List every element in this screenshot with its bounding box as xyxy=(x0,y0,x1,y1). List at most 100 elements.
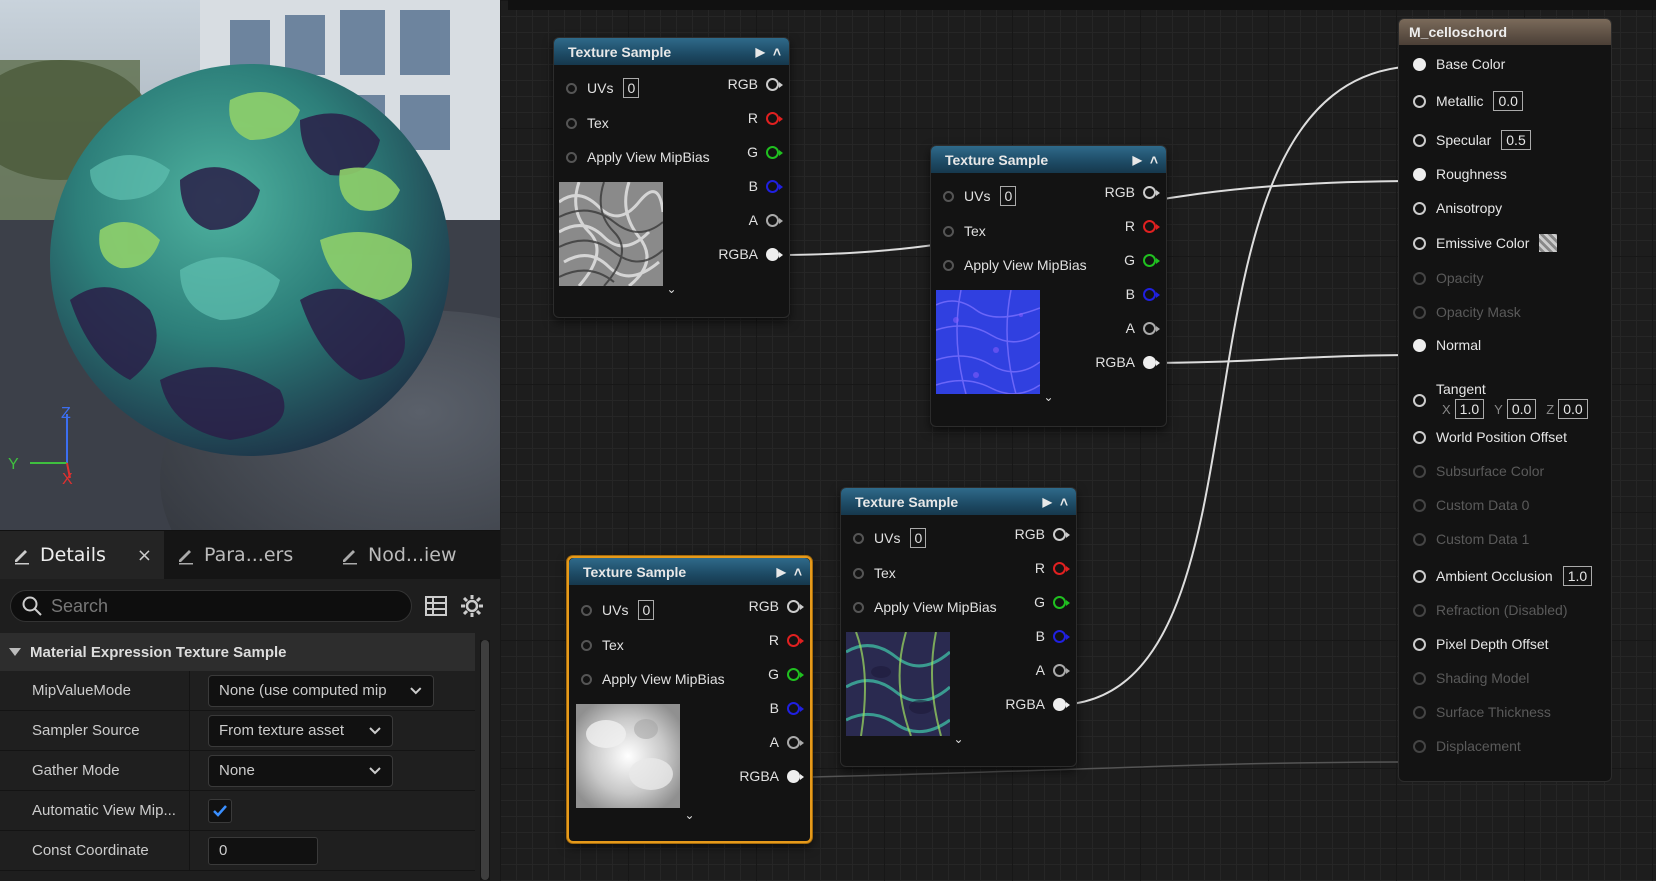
tab-node-preview-label: Nod...iew xyxy=(368,544,457,566)
texture-sample-node-1[interactable]: Texture Sample ▶ ˄ UVs 0 Tex Apply View Mip… xyxy=(553,37,790,318)
sampler-source-dropdown[interactable]: From texture asset xyxy=(208,714,393,747)
r-output[interactable]: R xyxy=(769,632,804,648)
expand-chevron-icon[interactable]: ⌄ xyxy=(569,808,810,822)
collapse-icon[interactable]: ˄ xyxy=(1150,152,1158,168)
b-output[interactable]: B xyxy=(749,178,783,194)
texture-sample-node-3[interactable]: Texture Sample ▶ ˄ UVs 0 Tex Apply View Mip… xyxy=(840,487,1077,767)
metallic-pin[interactable]: Metallic 0.0 xyxy=(1413,91,1523,111)
property-label: Sampler Source xyxy=(0,711,190,750)
uvs-pin[interactable]: UVs 0 xyxy=(943,186,1017,206)
collapse-icon[interactable]: ˄ xyxy=(773,44,781,60)
base-color-pin[interactable]: Base Color xyxy=(1413,56,1505,72)
r-output[interactable]: R xyxy=(1035,560,1070,576)
tex-pin[interactable]: Tex xyxy=(853,565,896,581)
uvs-pin[interactable]: UVs 0 xyxy=(853,528,927,548)
material-preview-viewport[interactable]: Z Y X xyxy=(0,0,500,530)
rgba-output[interactable]: RGBA xyxy=(718,246,783,262)
mipbias-pin[interactable]: Apply View MipBias xyxy=(943,257,1087,273)
gear-icon[interactable] xyxy=(460,594,484,618)
rgba-output[interactable]: RGBA xyxy=(1095,354,1160,370)
tab-node-preview[interactable]: Nod...iew xyxy=(328,531,492,579)
tex-pin[interactable]: Tex xyxy=(581,637,624,653)
texture-sample-node-2[interactable]: Texture Sample ▶ ˄ UVs 0 Tex Apply View Mip… xyxy=(930,145,1167,427)
rgb-output[interactable]: RGB xyxy=(727,76,783,92)
mipbias-pin[interactable]: Apply View MipBias xyxy=(581,671,725,687)
b-output[interactable]: B xyxy=(1125,286,1160,302)
rgb-output[interactable]: RGB xyxy=(749,598,804,614)
uvs-value[interactable]: 0 xyxy=(1000,186,1017,206)
anisotropy-pin[interactable]: Anisotropy xyxy=(1413,200,1502,216)
world-position-offset-pin[interactable]: World Position Offset xyxy=(1413,429,1567,445)
ambient-occlusion-pin[interactable]: Ambient Occlusion 1.0 xyxy=(1413,566,1593,586)
rgb-output[interactable]: RGB xyxy=(1105,184,1160,200)
b-output[interactable]: B xyxy=(1036,628,1070,644)
g-output[interactable]: G xyxy=(1034,594,1070,610)
mipbias-pin[interactable]: Apply View MipBias xyxy=(566,149,710,165)
tangent-z-value[interactable]: 0.0 xyxy=(1558,399,1588,419)
mipbias-pin[interactable]: Apply View MipBias xyxy=(853,599,997,615)
search-input[interactable] xyxy=(51,595,391,617)
uvs-pin[interactable]: UVs 0 xyxy=(581,600,655,620)
specular-pin[interactable]: Specular 0.5 xyxy=(1413,130,1531,150)
normal-pin[interactable]: Normal xyxy=(1413,337,1481,353)
dropdown-value: None (use computed mip xyxy=(219,682,387,699)
close-icon[interactable]: × xyxy=(137,545,152,566)
uvs-value[interactable]: 0 xyxy=(910,528,927,548)
g-output[interactable]: G xyxy=(768,666,804,682)
node-title: Texture Sample xyxy=(568,43,672,60)
metallic-value[interactable]: 0.0 xyxy=(1493,91,1523,111)
a-output[interactable]: A xyxy=(748,212,783,228)
pin-label: A xyxy=(748,212,758,228)
rgb-output[interactable]: RGB xyxy=(1015,526,1070,542)
expand-chevron-icon[interactable]: ⌄ xyxy=(931,390,1166,404)
details-scrollbar[interactable] xyxy=(480,640,490,880)
uvs-pin[interactable]: UVs 0 xyxy=(566,78,640,98)
tex-pin[interactable]: Tex xyxy=(566,115,609,131)
pixel-depth-offset-pin[interactable]: Pixel Depth Offset xyxy=(1413,636,1549,652)
tangent-x-value[interactable]: 1.0 xyxy=(1454,399,1485,419)
pin-label: RGB xyxy=(727,76,758,92)
preview-toggle-icon[interactable]: ▶ xyxy=(777,565,786,579)
specular-value[interactable]: 0.5 xyxy=(1501,130,1531,150)
collapse-icon[interactable]: ˄ xyxy=(1060,494,1068,510)
ambient-occlusion-value[interactable]: 1.0 xyxy=(1562,566,1593,586)
const-coordinate-field[interactable]: 0 xyxy=(208,836,318,865)
tex-pin[interactable]: Tex xyxy=(943,223,986,239)
uvs-value[interactable]: 0 xyxy=(638,600,655,620)
material-result-node[interactable]: M_celloschord Base Color Metallic 0.0 Spe… xyxy=(1398,18,1612,782)
g-output[interactable]: G xyxy=(747,144,783,160)
expand-chevron-icon[interactable]: ⌄ xyxy=(554,282,789,296)
section-header[interactable]: Material Expression Texture Sample xyxy=(0,633,475,671)
tab-parameters[interactable]: Para...ers xyxy=(164,531,328,579)
expand-chevron-icon[interactable]: ⌄ xyxy=(841,732,1076,746)
preview-toggle-icon[interactable]: ▶ xyxy=(1133,153,1142,167)
tab-details[interactable]: Details × xyxy=(0,531,164,579)
texture-sample-node-selected[interactable]: Texture Sample ▶ ˄ UVs 0 Tex Apply View Mip… xyxy=(567,556,812,843)
preview-toggle-icon[interactable]: ▶ xyxy=(756,45,765,59)
r-output[interactable]: R xyxy=(748,110,783,126)
table-view-icon[interactable] xyxy=(424,595,448,617)
gather-mode-dropdown[interactable]: None xyxy=(208,754,393,787)
automatic-view-mip-checkbox[interactable] xyxy=(208,798,232,823)
emissive-color-pin[interactable]: Emissive Color xyxy=(1413,234,1558,252)
tangent-y-value[interactable]: 0.0 xyxy=(1506,399,1537,419)
g-output[interactable]: G xyxy=(1124,252,1160,268)
a-output[interactable]: A xyxy=(1036,662,1070,678)
pin-label: Apply View MipBias xyxy=(874,599,997,615)
pin-label: Specular xyxy=(1436,132,1492,148)
preview-toggle-icon[interactable]: ▶ xyxy=(1043,495,1052,509)
b-output[interactable]: B xyxy=(770,700,804,716)
roughness-pin[interactable]: Roughness xyxy=(1413,166,1507,182)
rgba-output[interactable]: RGBA xyxy=(739,768,804,784)
checker-swatch-icon[interactable] xyxy=(1539,234,1558,252)
rgba-output[interactable]: RGBA xyxy=(1005,696,1070,712)
a-output[interactable]: A xyxy=(1126,320,1160,336)
tangent-pin[interactable]: Tangent X 1.0 Y 0.0 Z 0.0 xyxy=(1413,381,1588,419)
scrollbar-thumb[interactable] xyxy=(481,640,489,880)
mip-value-mode-dropdown[interactable]: None (use computed mip xyxy=(208,674,434,707)
pin-label: B xyxy=(1125,286,1135,302)
collapse-icon[interactable]: ˄ xyxy=(794,564,802,580)
r-output[interactable]: R xyxy=(1125,218,1160,234)
a-output[interactable]: A xyxy=(770,734,804,750)
uvs-value[interactable]: 0 xyxy=(623,78,640,98)
